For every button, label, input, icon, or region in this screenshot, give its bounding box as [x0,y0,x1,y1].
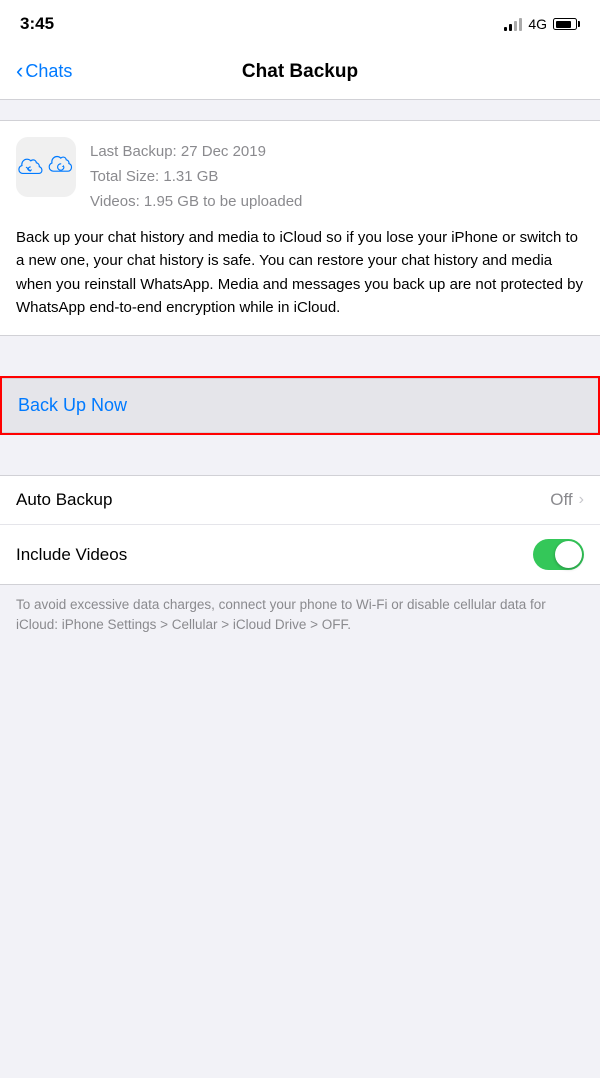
section-gap-3 [0,435,600,455]
status-icons: 4G [504,16,580,32]
chevron-right-icon: › [579,491,584,509]
footer-note: To avoid excessive data charges, connect… [0,585,600,652]
chevron-left-icon: ‹ [16,60,23,82]
auto-backup-label: Auto Backup [16,490,112,510]
include-videos-toggle[interactable] [533,539,584,570]
backup-info-row: Last Backup: 27 Dec 2019 Total Size: 1.3… [16,137,584,212]
page-title: Chat Backup [242,61,358,83]
auto-backup-value: Off [550,490,572,510]
section-gap-1 [0,100,600,120]
backup-meta: Last Backup: 27 Dec 2019 Total Size: 1.3… [90,137,302,212]
toggle-knob [555,541,582,568]
network-label: 4G [528,16,547,32]
back-label: Chats [25,61,72,82]
include-videos-row[interactable]: Include Videos [0,525,600,584]
cloud-icon-wrap [16,137,76,197]
auto-backup-row[interactable]: Auto Backup Off › [0,476,600,525]
backup-description: Back up your chat history and media to i… [16,226,584,319]
cloud-refresh-icon [16,153,45,181]
total-size: Total Size: 1.31 GB [90,166,302,187]
back-up-now-button[interactable]: Back Up Now [2,378,598,433]
last-backup: Last Backup: 27 Dec 2019 [90,141,302,162]
cloud-icon [45,146,77,188]
back-button[interactable]: ‹ Chats [16,61,72,82]
backup-info-card: Last Backup: 27 Dec 2019 Total Size: 1.3… [0,120,600,336]
include-videos-label: Include Videos [16,545,127,565]
battery-icon [553,18,580,30]
settings-section: Auto Backup Off › Include Videos [0,475,600,585]
status-bar: 3:45 4G [0,0,600,44]
section-gap-2 [0,336,600,356]
videos-size: Videos: 1.95 GB to be uploaded [90,191,302,212]
nav-bar: ‹ Chats Chat Backup [0,44,600,100]
back-up-now-section: Back Up Now [0,376,600,435]
auto-backup-value-wrap: Off › [550,490,584,510]
status-time: 3:45 [20,14,54,34]
signal-icon [504,17,522,31]
